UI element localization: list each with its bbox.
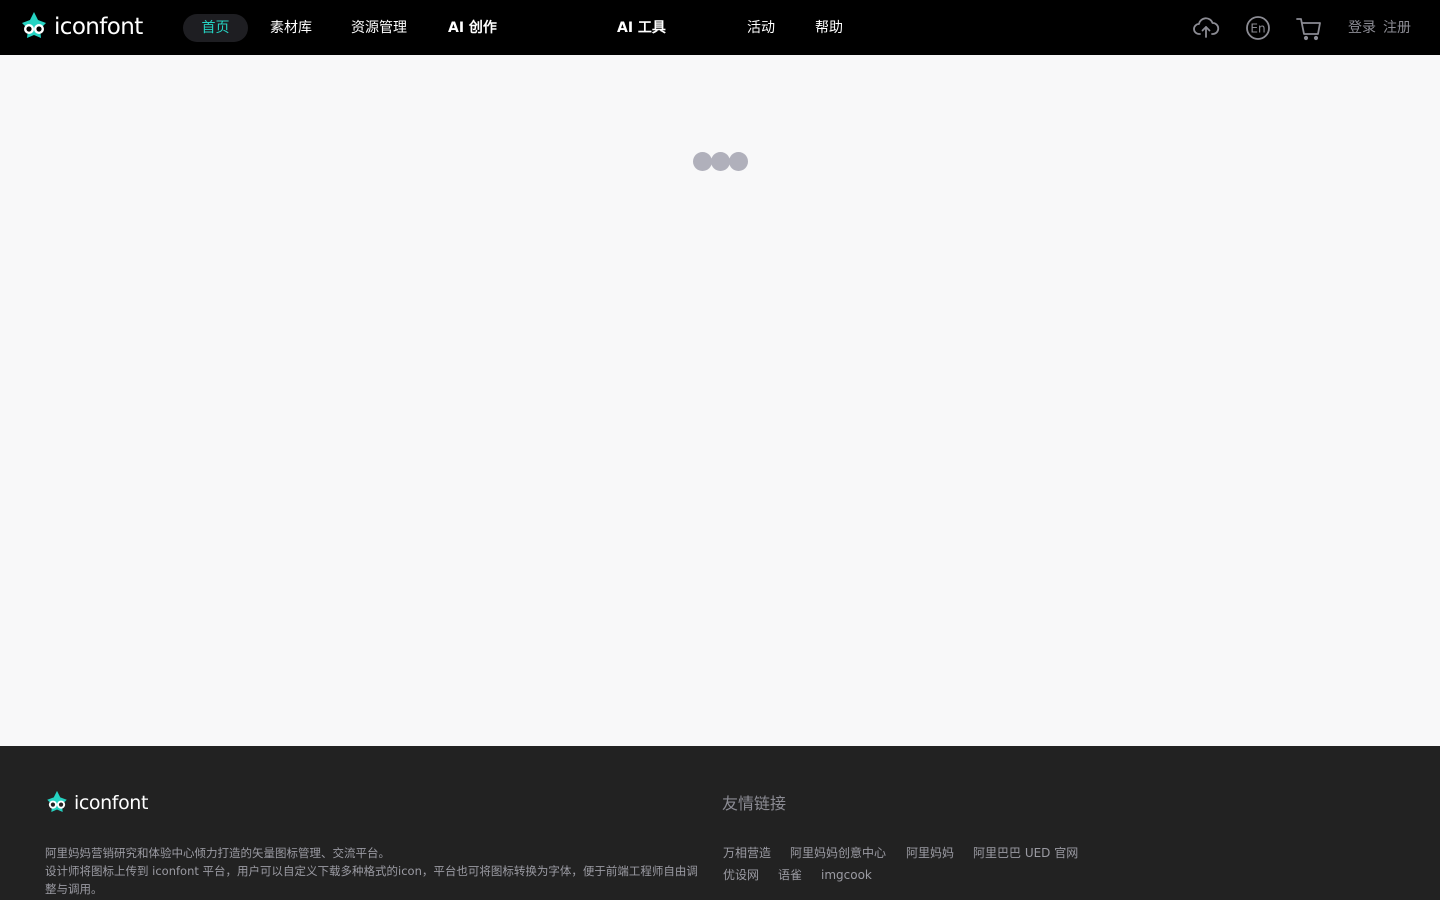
- logo-text: iconfont: [54, 14, 143, 40]
- cart-icon[interactable]: [1295, 14, 1323, 42]
- iconfont-logo-icon: [47, 790, 67, 812]
- footer-logo[interactable]: iconfont: [44, 790, 148, 816]
- friend-link[interactable]: 优设网: [723, 866, 759, 884]
- friend-link[interactable]: 万相营造: [723, 844, 771, 862]
- footer-description: 阿里妈妈营销研究和体验中心倾力打造的矢量图标管理、交流平台。 设计师将图标上传到…: [45, 844, 705, 898]
- language-label: En: [1250, 22, 1265, 36]
- footer-description-line: 设计师将图标上传到 iconfont 平台，用户可以自定义下载多种格式的icon…: [45, 864, 698, 896]
- loading-dot: [729, 152, 748, 171]
- language-en-icon[interactable]: En: [1244, 14, 1272, 42]
- page-footer: iconfont 阿里妈妈营销研究和体验中心倾力打造的矢量图标管理、交流平台。 …: [0, 746, 1440, 900]
- iconfont-logo-icon: [22, 12, 46, 38]
- cloud-upload-icon[interactable]: [1192, 14, 1220, 42]
- nav-home[interactable]: 首页: [183, 14, 248, 42]
- top-navbar: iconfont 首页 素材库 资源管理 AI 创作 AI 工具 活动 帮助 E…: [0, 0, 1440, 55]
- friend-link[interactable]: 阿里妈妈创意中心: [790, 844, 886, 862]
- nav-resource-management[interactable]: 资源管理: [351, 14, 407, 42]
- footer-logo-text: iconfont: [74, 792, 148, 814]
- footer-description-line: 阿里妈妈营销研究和体验中心倾力打造的矢量图标管理、交流平台。: [45, 846, 390, 860]
- friend-link[interactable]: 语雀: [778, 866, 802, 884]
- iconfont-logo[interactable]: iconfont: [18, 11, 143, 43]
- loading-dot: [711, 152, 730, 171]
- loading-dots-icon: [693, 152, 749, 171]
- friend-link[interactable]: imgcook: [821, 866, 872, 884]
- friend-link[interactable]: 阿里妈妈: [906, 844, 954, 862]
- friend-links-title: 友情链接: [722, 794, 787, 813]
- loading-dot: [693, 152, 712, 171]
- register-link[interactable]: 注册: [1383, 14, 1411, 42]
- nav-help[interactable]: 帮助: [815, 14, 843, 42]
- nav-ai-tools[interactable]: AI 工具: [617, 14, 666, 42]
- nav-material-library[interactable]: 素材库: [270, 14, 312, 42]
- login-link[interactable]: 登录: [1348, 14, 1376, 42]
- nav-activity[interactable]: 活动: [747, 14, 775, 42]
- nav-ai-create[interactable]: AI 创作: [448, 14, 497, 42]
- friend-link[interactable]: 阿里巴巴 UED 官网: [973, 844, 1078, 862]
